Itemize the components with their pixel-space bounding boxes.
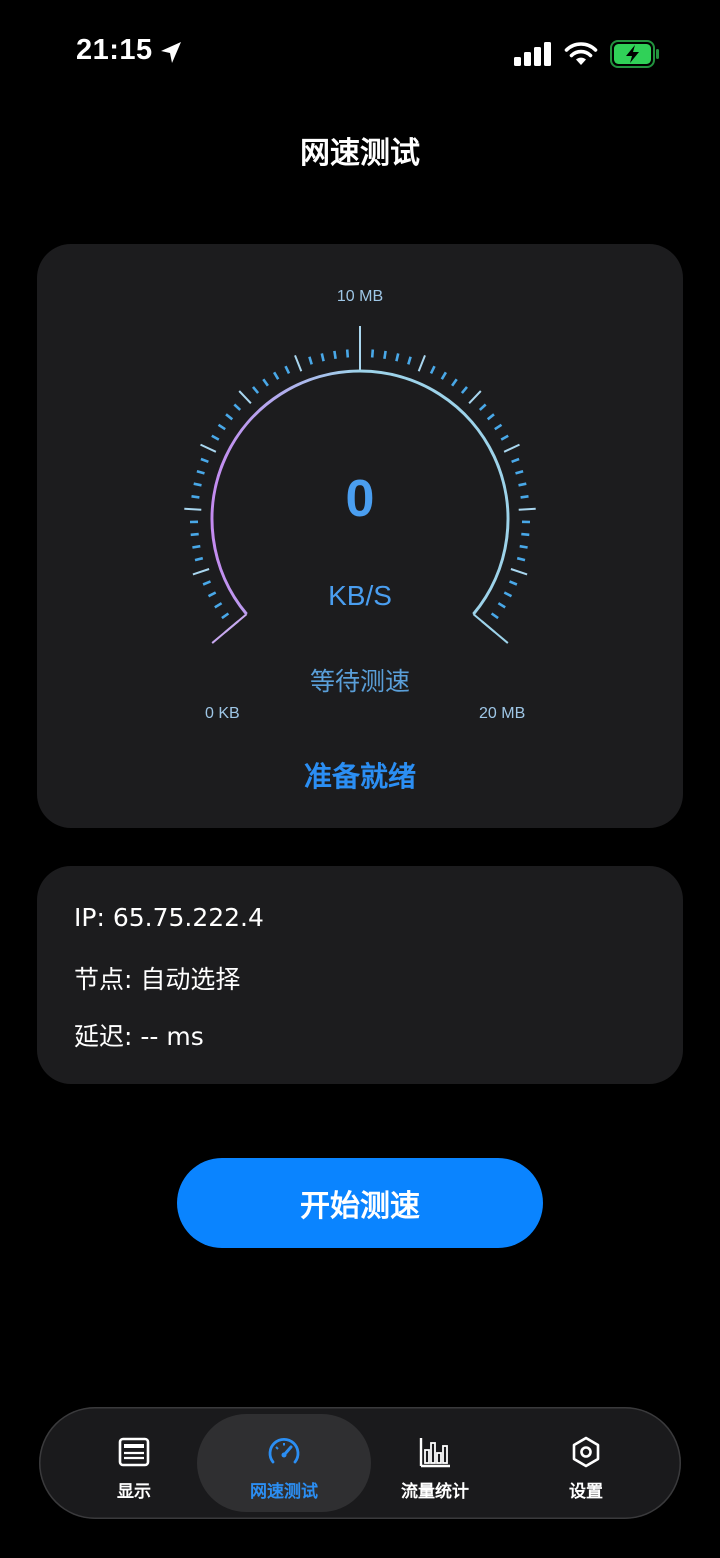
gauge-tick bbox=[284, 365, 291, 374]
tab-display[interactable]: 显示 bbox=[47, 1414, 221, 1512]
ready-status: 准备就绪 bbox=[303, 760, 416, 793]
gauge-tick bbox=[200, 457, 209, 464]
server-node: 节点: 自动选择 bbox=[74, 965, 241, 994]
gauge-tick bbox=[503, 443, 520, 453]
gauge-tick bbox=[211, 434, 220, 441]
tab-label: 流量统计 bbox=[401, 1482, 469, 1502]
gauge-tick bbox=[521, 532, 530, 537]
gauge-tick bbox=[190, 532, 199, 537]
gauge-tick bbox=[308, 356, 313, 365]
gauge-tick bbox=[294, 355, 303, 372]
gauge-tick bbox=[251, 386, 260, 394]
gauge-tick bbox=[217, 423, 226, 431]
speed-status: 等待测速 bbox=[309, 667, 410, 696]
tab-settings[interactable]: 设置 bbox=[499, 1414, 673, 1512]
gauge-tick bbox=[370, 349, 375, 358]
gauge-tick bbox=[383, 350, 387, 359]
hexagon-settings-icon bbox=[572, 1436, 600, 1468]
gauge-tick bbox=[262, 378, 269, 387]
bar-chart-icon bbox=[419, 1438, 450, 1468]
gauge-tick bbox=[519, 544, 528, 549]
gauge-tick bbox=[192, 568, 210, 576]
speed-unit: KB/S bbox=[328, 580, 392, 611]
status-bar: 21:15 bbox=[0, 0, 720, 100]
gauge-tick bbox=[345, 349, 350, 358]
gauge-tick bbox=[192, 544, 201, 549]
gauge-tick bbox=[417, 355, 426, 372]
gauge-tick bbox=[490, 612, 499, 620]
gauge-tick bbox=[440, 371, 448, 380]
ip-address: IP: 65.75.222.4 bbox=[74, 903, 264, 932]
gauge-tick bbox=[451, 378, 458, 387]
speed-value: 0 bbox=[345, 470, 375, 528]
gauge-tick bbox=[478, 403, 487, 411]
gauge-min-label: 0 KB bbox=[205, 705, 240, 722]
gauge-end-cap bbox=[211, 613, 248, 644]
gauge-end-label: 20 MB bbox=[479, 705, 526, 722]
gauge-tick bbox=[333, 350, 337, 359]
gauge-max-label: 10 MB bbox=[336, 288, 384, 305]
tab-label: 显示 bbox=[117, 1482, 151, 1502]
gauge-tick bbox=[272, 371, 280, 380]
status-time: 21:15 bbox=[76, 34, 153, 66]
gauge-tick bbox=[468, 390, 482, 404]
tab-bar: 显示 网速测试 流量统计 设置 bbox=[39, 1407, 681, 1519]
gauge-tick bbox=[511, 457, 520, 464]
gauge-tick bbox=[494, 423, 503, 431]
gauge-tick bbox=[320, 353, 325, 362]
gauge-tick bbox=[238, 390, 252, 404]
page-title: 网速测试 bbox=[300, 136, 420, 171]
connection-info-card: IP: 65.75.222.4 节点: 自动选择 延迟: -- ms bbox=[37, 866, 683, 1084]
latency: 延迟: -- ms bbox=[74, 1022, 204, 1051]
gauge-tick bbox=[500, 434, 509, 441]
wifi-icon bbox=[564, 42, 598, 65]
gauge-tick bbox=[225, 413, 234, 421]
speed-gauge-card: 10 MB 0 KB 20 MB 0 KB/S 等待测速 准备就绪 bbox=[37, 244, 683, 828]
start-speed-test-button[interactable]: 开始测速 bbox=[177, 1158, 543, 1248]
gauge-tick bbox=[407, 356, 412, 365]
tab-label: 设置 bbox=[569, 1482, 603, 1502]
gauge-tick bbox=[510, 568, 528, 576]
gauge-tick bbox=[429, 365, 436, 374]
display-list-icon bbox=[118, 1437, 150, 1467]
speed-gauge bbox=[184, 326, 536, 644]
gauge-tick bbox=[486, 413, 495, 421]
tab-speed-test[interactable]: 网速测试 bbox=[197, 1414, 371, 1512]
gauge-tick bbox=[221, 612, 230, 620]
gauge-end-cap bbox=[472, 613, 509, 644]
speedometer-icon bbox=[268, 1438, 300, 1464]
gauge-tick bbox=[395, 353, 400, 362]
tab-label: 网速测试 bbox=[250, 1482, 318, 1502]
cellular-signal-icon bbox=[514, 42, 551, 66]
battery-charging-icon bbox=[610, 40, 659, 68]
location-arrow-icon bbox=[161, 42, 181, 63]
tab-traffic-stats[interactable]: 流量统计 bbox=[348, 1414, 522, 1512]
gauge-tick bbox=[200, 443, 217, 453]
gauge-tick bbox=[460, 386, 469, 394]
gauge-tick bbox=[516, 556, 526, 562]
gauge-tick bbox=[233, 403, 242, 411]
gauge-tick bbox=[194, 556, 204, 562]
